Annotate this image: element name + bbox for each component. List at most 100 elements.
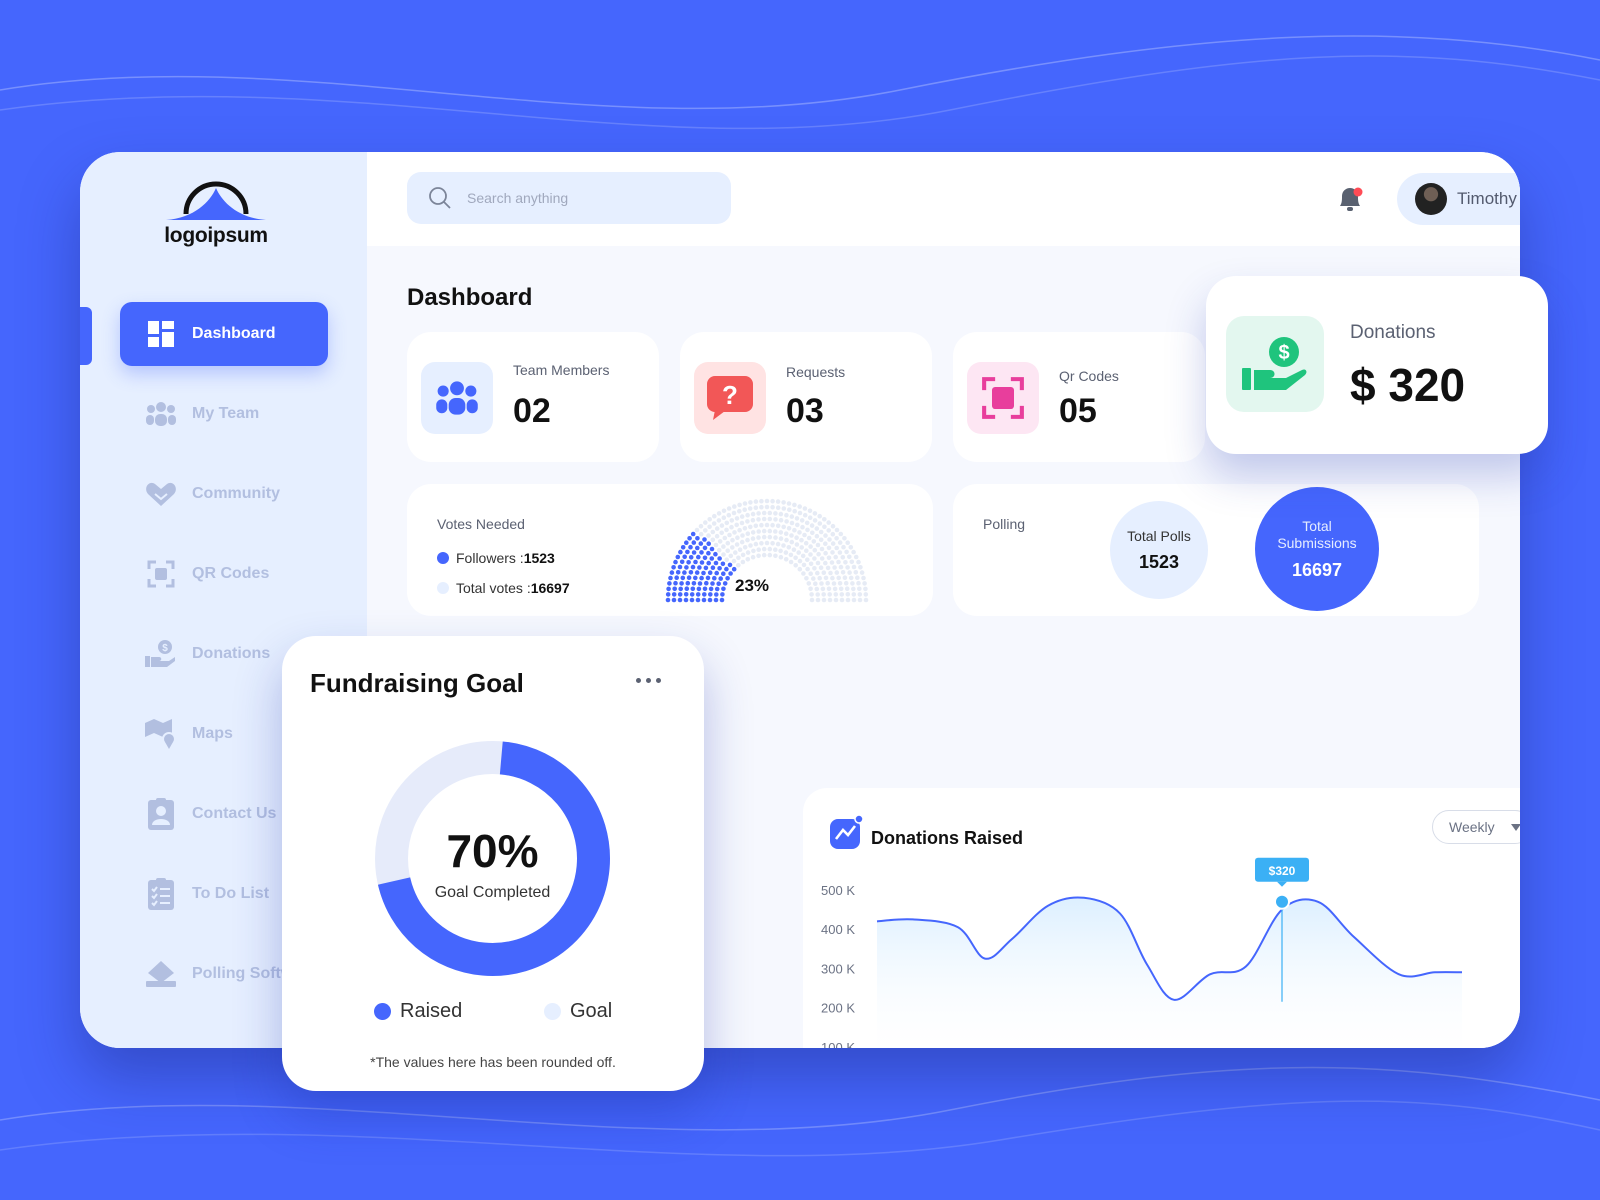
vote-dot-followers bbox=[667, 581, 672, 586]
vote-dot-total bbox=[823, 533, 828, 538]
sidebar-item-my-team[interactable]: My Team bbox=[120, 382, 328, 446]
vote-dot-total bbox=[857, 586, 862, 592]
vote-dot-followers bbox=[695, 536, 700, 541]
vote-dot-total bbox=[781, 524, 786, 530]
vote-dot-total bbox=[753, 499, 759, 504]
vote-dot-followers bbox=[673, 580, 678, 586]
vote-dot-total bbox=[807, 508, 813, 514]
vote-dot-followers bbox=[698, 541, 704, 546]
vote-dot-followers bbox=[718, 576, 723, 581]
vote-dot-total bbox=[851, 564, 857, 570]
vote-dot-total bbox=[759, 504, 764, 510]
vote-dot-followers bbox=[695, 597, 701, 603]
vote-dot-total bbox=[761, 552, 767, 558]
sidebar-item-label: QR Codes bbox=[192, 565, 270, 582]
vote-dot-total bbox=[706, 533, 711, 538]
vote-dot-total bbox=[761, 516, 767, 522]
vote-dot-followers bbox=[712, 575, 717, 581]
user-menu[interactable]: Timothy bbox=[1397, 173, 1520, 225]
vote-dot-total bbox=[729, 518, 735, 523]
vote-dot-followers bbox=[717, 566, 722, 571]
y-tick-label: 500 K bbox=[821, 883, 855, 898]
vote-dot-total bbox=[812, 518, 818, 523]
vote-dot-total bbox=[694, 527, 700, 533]
legend-goal: Goal bbox=[544, 1000, 612, 1023]
vote-dot-total bbox=[809, 523, 815, 528]
stat-card-requests[interactable]: ? Requests 03 bbox=[680, 332, 932, 462]
vote-dot-total bbox=[842, 536, 847, 541]
vote-dot-total bbox=[827, 537, 832, 542]
vote-dot-total bbox=[756, 529, 761, 534]
vote-dot-followers bbox=[677, 597, 683, 603]
vote-dot-total bbox=[719, 530, 724, 536]
vote-dot-followers bbox=[672, 586, 677, 592]
vote-dot-total bbox=[834, 545, 839, 551]
vote-dot-total bbox=[859, 570, 865, 575]
vote-dot-total bbox=[756, 535, 761, 540]
area-fill bbox=[877, 897, 1462, 1048]
search-bar[interactable] bbox=[407, 172, 731, 224]
sidebar-item-community[interactable]: Community bbox=[120, 462, 328, 526]
followers-value: 1523 bbox=[523, 550, 555, 566]
handshake-heart-icon bbox=[144, 477, 178, 511]
legend-raised: Raised bbox=[374, 1000, 462, 1023]
search-input[interactable] bbox=[467, 190, 707, 206]
sidebar-item-qr-codes[interactable]: QR Codes bbox=[120, 542, 328, 606]
vote-dot-total bbox=[781, 543, 786, 548]
vote-dot-total bbox=[797, 504, 802, 509]
logo[interactable]: logoipsum bbox=[164, 172, 268, 248]
vote-dot-total bbox=[851, 586, 856, 592]
vote-dot-followers bbox=[671, 565, 676, 570]
donations-value: $ 320 bbox=[1350, 359, 1466, 411]
vote-dot-total bbox=[733, 550, 738, 555]
vote-dot-total bbox=[750, 554, 756, 560]
stat-card-team-members[interactable]: Team Members 02 bbox=[407, 332, 659, 462]
sidebar-item-dashboard[interactable]: Dashboard bbox=[120, 302, 328, 366]
fundraising-title: Fundraising Goal bbox=[310, 668, 524, 698]
vote-dot-total bbox=[831, 581, 837, 586]
notification-bell-icon[interactable] bbox=[1335, 184, 1365, 214]
total-submissions-label: Total Submissions bbox=[1277, 517, 1357, 551]
vote-dot-total bbox=[759, 498, 764, 504]
donations-summary-card[interactable]: $ Donations $ 320 bbox=[1206, 276, 1548, 454]
vote-dot-followers bbox=[691, 581, 697, 586]
vote-dot-total bbox=[861, 575, 866, 581]
vote-dot-total bbox=[773, 511, 778, 516]
vote-dot-total bbox=[748, 524, 753, 530]
vote-dot-followers bbox=[687, 536, 692, 541]
vote-dot-total bbox=[773, 529, 778, 534]
highlight-point[interactable] bbox=[1274, 893, 1290, 910]
vote-dot-total bbox=[731, 558, 737, 564]
vote-dot-total bbox=[802, 512, 808, 518]
vote-dot-total bbox=[740, 559, 746, 565]
vote-dot-followers bbox=[686, 560, 691, 565]
vote-dot-total bbox=[817, 575, 822, 581]
vote-dot-total bbox=[799, 545, 804, 550]
vote-dot-total bbox=[826, 586, 832, 592]
vote-dot-total bbox=[732, 530, 737, 535]
vote-dot-total bbox=[862, 581, 867, 586]
vote-dot-total bbox=[808, 571, 813, 576]
vote-dot-total bbox=[778, 517, 784, 523]
vote-dot-total bbox=[767, 516, 773, 522]
vote-dot-total bbox=[814, 526, 820, 531]
vote-dot-followers bbox=[713, 551, 718, 557]
sidebar-item-label: My Team bbox=[192, 405, 260, 422]
vote-dot-total bbox=[839, 597, 845, 603]
more-options-icon[interactable] bbox=[636, 678, 661, 683]
stat-card-qr-codes[interactable]: Qr Codes 05 bbox=[953, 332, 1205, 462]
vote-dot-total bbox=[821, 597, 827, 603]
vote-dot-followers bbox=[703, 565, 709, 571]
vote-dot-total bbox=[775, 541, 781, 547]
team-icon bbox=[144, 397, 178, 431]
votes-title: Votes Needed bbox=[437, 516, 525, 532]
legend-dot bbox=[437, 582, 449, 594]
vote-dot-total bbox=[797, 530, 802, 535]
vote-dot-followers bbox=[724, 566, 729, 572]
vote-dot-total bbox=[800, 524, 805, 530]
vote-dot-total bbox=[717, 539, 723, 544]
vote-dot-total bbox=[833, 597, 839, 603]
y-tick-label: 200 K bbox=[821, 1001, 855, 1016]
vote-dot-total bbox=[789, 539, 795, 545]
vote-dot-total bbox=[735, 535, 740, 540]
